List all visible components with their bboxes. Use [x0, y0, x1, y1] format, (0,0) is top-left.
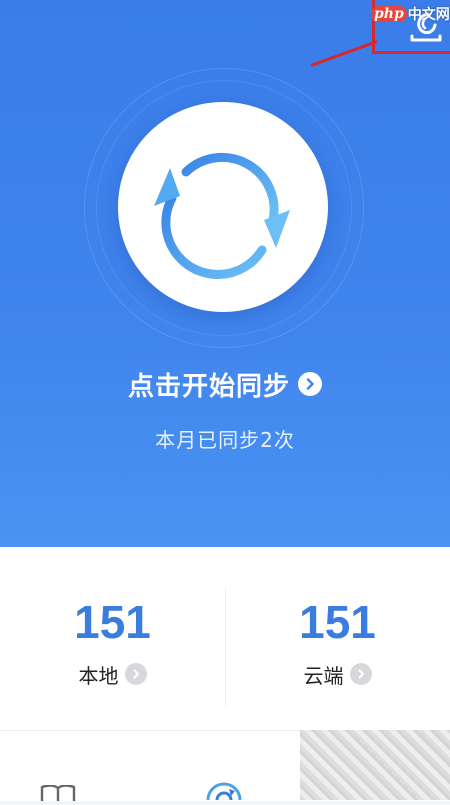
watermark-site: 中文网	[407, 7, 450, 23]
month-sync-count: 本月已同步2次	[155, 428, 295, 452]
chevron-right-icon[interactable]	[349, 663, 372, 685]
pixelated-area	[300, 730, 450, 800]
cloud-label-row[interactable]: 云端	[225, 659, 450, 689]
local-label-row[interactable]: 本地	[0, 659, 225, 689]
cloud-stat[interactable]: 151 云端	[225, 547, 450, 730]
site-watermark: php 中文网	[371, 4, 450, 24]
chevron-right-icon[interactable]	[298, 372, 322, 396]
sync-start-circle-button[interactable]	[118, 102, 328, 312]
cloud-count: 151	[299, 596, 376, 648]
sync-stats-panel: 151 本地 151 云端	[0, 547, 450, 730]
sync-hero-panel: 点击开始同步 本月已同步2次	[0, 0, 450, 547]
start-sync-row[interactable]: 点击开始同步	[0, 364, 450, 404]
sync-arrows-icon	[154, 152, 290, 279]
cloud-label: 云端	[303, 663, 344, 688]
local-count: 151	[74, 596, 151, 648]
chevron-right-icon[interactable]	[124, 663, 147, 685]
local-label: 本地	[78, 663, 119, 688]
watermark-brand: php	[371, 6, 407, 22]
start-sync-label[interactable]: 点击开始同步	[128, 366, 290, 403]
local-stat[interactable]: 151 本地	[0, 547, 225, 730]
sync-icon[interactable]	[205, 779, 243, 805]
book-icon[interactable]	[40, 784, 76, 805]
